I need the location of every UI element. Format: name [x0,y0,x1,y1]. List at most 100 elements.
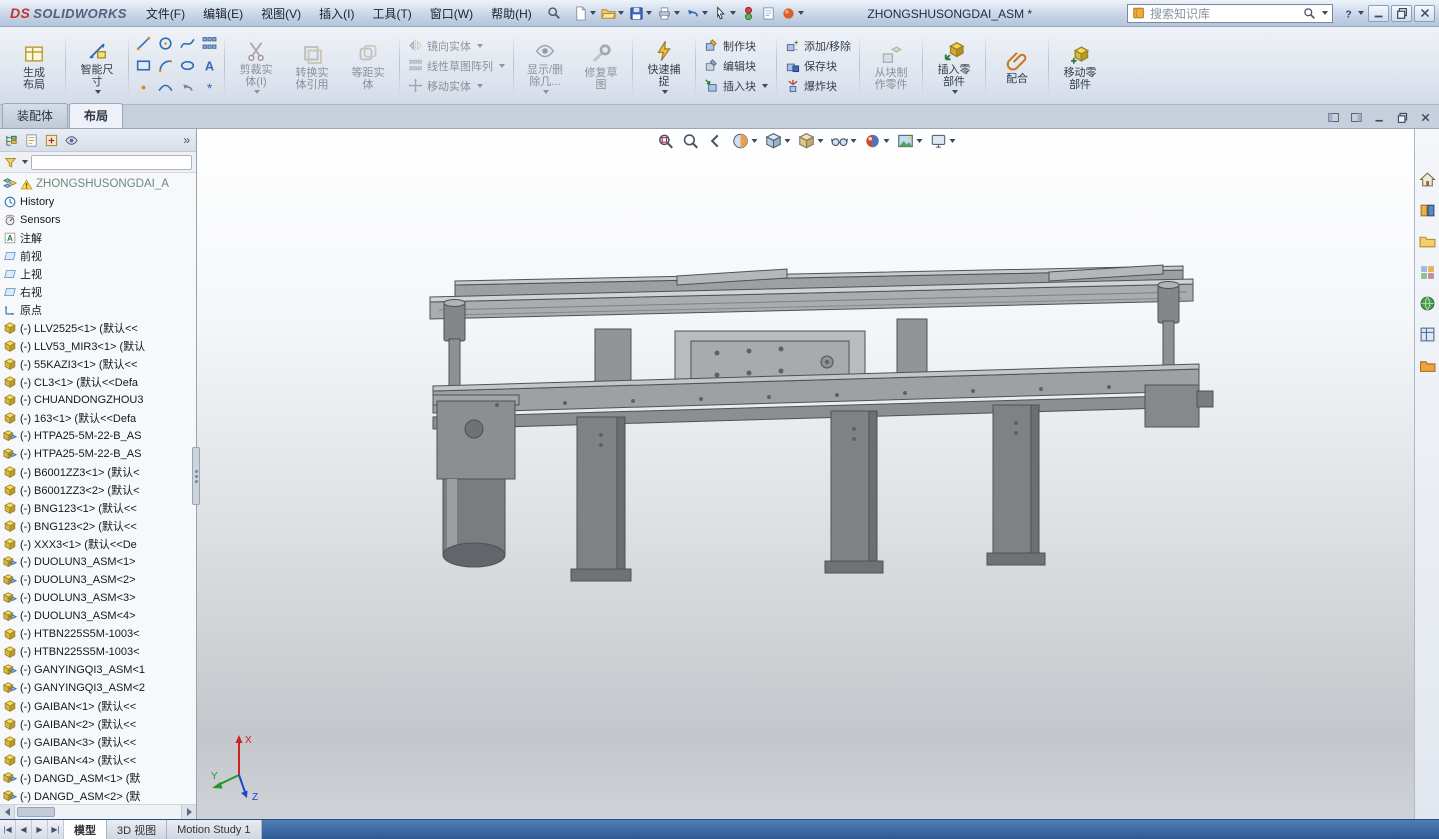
make-part-from-block-button[interactable]: 从块制 作零件 [864,40,918,92]
sketch-pattern-tool-button[interactable] [199,33,220,54]
section-view-button[interactable] [729,131,759,151]
smart-dimension-button[interactable]: 智能尺 寸 [70,37,124,95]
custom-properties-button[interactable] [1417,324,1438,345]
sketch-spline-button[interactable] [177,33,198,54]
tab-model[interactable]: 模型 [64,820,107,839]
previous-view-button[interactable] [704,131,726,151]
tree-item-19[interactable]: (-) XXX3<1> (默认<<De [3,535,196,553]
tab-scroll-0[interactable]: |◀ [0,820,16,839]
tree-horizontal-scrollbar[interactable] [0,804,196,819]
sketch-point-button[interactable] [133,77,154,98]
tab-scroll-3[interactable]: ▶| [48,820,64,839]
menu-item-2[interactable]: 视图(V) [252,1,310,26]
file-properties-button[interactable] [759,4,778,23]
convert-entities-button[interactable]: 转换实 体引用 [285,40,339,92]
tree-item-18[interactable]: (-) BNG123<2> (默认<< [3,517,196,535]
sketch-rectangle-button[interactable] [133,55,154,76]
tree-item-30[interactable]: (-) GAIBAN<3> (默认<< [3,733,196,751]
sketch-line-button[interactable] [133,33,154,54]
appearances-scenes-button[interactable] [1417,293,1438,314]
tree-item-24[interactable]: (-) HTBN225S5M-1003< [3,625,196,643]
tree-item-7[interactable]: (-) LLV2525<1> (默认<< [3,319,196,337]
tree-item-1[interactable]: Sensors [3,211,196,229]
sketch-text-button[interactable]: A [199,55,220,76]
tree-item-3[interactable]: 前视 [3,247,196,265]
scroll-left-button[interactable] [0,805,15,819]
repair-sketch-button[interactable]: 修复草 图 [574,40,628,92]
dimxpertmanager-tab[interactable] [63,132,80,149]
document-recovery-button[interactable] [1417,355,1438,376]
tab-scroll-1[interactable]: ◀ [16,820,32,839]
hide-show-items-button[interactable] [828,131,858,151]
tree-item-32[interactable]: (-) DANGD_ASM<1> (默 [3,769,196,787]
mate-button[interactable]: 配合 [990,46,1044,86]
sketch-ellipse-button[interactable] [177,55,198,76]
apply-scene-button[interactable] [894,131,924,151]
tree-item-21[interactable]: (-) DUOLUN3_ASM<2> [3,571,196,589]
display-delete-relations-button[interactable]: 显示/删 除几... [518,37,572,95]
move-component-button[interactable]: 移动零 部件 [1053,40,1107,92]
make-block-button[interactable]: 制作块 [700,37,772,55]
tree-item-22[interactable]: (-) DUOLUN3_ASM<3> [3,589,196,607]
menu-item-1[interactable]: 编辑(E) [194,1,252,26]
filter-funnel-icon[interactable] [4,156,17,169]
move-entities-button[interactable]: 移动实体 [404,77,509,95]
file-explorer-button[interactable] [1417,231,1438,252]
panel-more-button[interactable]: » [180,133,193,147]
save-block-button[interactable]: 保存块 [781,57,855,75]
rebuild-button[interactable] [739,4,758,23]
restore-button[interactable] [1391,5,1412,22]
create-layout-button[interactable]: 生成 布局 [7,40,61,92]
select-button[interactable] [711,4,738,23]
restore-document-button[interactable] [1392,109,1412,125]
insert-block-button[interactable]: 插入块 [700,77,772,95]
search-caret-icon[interactable] [1322,11,1328,15]
edit-appearance-button[interactable] [861,131,891,151]
add-remove-entities-button[interactable]: +-添加/移除 [781,37,855,55]
minimize-document-button[interactable] [1369,109,1389,125]
tree-item-8[interactable]: (-) LLV53_MIR3<1> (默认 [3,337,196,355]
quick-snaps-button[interactable]: 快速捕 捉 [637,37,691,95]
tree-item-33[interactable]: (-) DANGD_ASM<2> (默 [3,787,196,804]
view-settings-button[interactable] [927,131,957,151]
tree-item-5[interactable]: 右视 [3,283,196,301]
viewport-next-button[interactable] [1346,109,1366,125]
menu-item-3[interactable]: 插入(I) [310,1,363,26]
close-document-button[interactable] [1415,109,1435,125]
tree-item-20[interactable]: (-) DUOLUN3_ASM<1> [3,553,196,571]
display-style-button[interactable] [795,131,825,151]
scrollbar-thumb[interactable] [17,807,55,817]
mirror-entities-button[interactable]: 镜向实体 [404,37,509,55]
print-document-button[interactable] [655,4,682,23]
tree-item-31[interactable]: (-) GAIBAN<4> (默认<< [3,751,196,769]
tab-scroll-2[interactable]: ▶ [32,820,48,839]
tree-item-0[interactable]: History [3,193,196,211]
zoom-to-area-button[interactable] [679,131,701,151]
tree-item-17[interactable]: (-) BNG123<1> (默认<< [3,499,196,517]
tree-item-28[interactable]: (-) GAIBAN<1> (默认<< [3,697,196,715]
sketch-arc-3pt-button[interactable] [155,77,176,98]
new-document-button[interactable] [571,4,598,23]
tree-item-4[interactable]: 上视 [3,265,196,283]
tree-item-29[interactable]: (-) GAIBAN<2> (默认<< [3,715,196,733]
help-button[interactable]: ? [1339,6,1366,21]
minimize-button[interactable] [1368,5,1389,22]
design-library-button[interactable] [1417,200,1438,221]
insert-components-button[interactable]: 插入零 部件 [927,37,981,95]
tree-item-10[interactable]: (-) CL3<1> (默认<<Defa [3,373,196,391]
menu-item-6[interactable]: 帮助(H) [482,1,541,26]
tree-item-15[interactable]: (-) B6001ZZ3<1> (默认< [3,463,196,481]
filter-input[interactable] [31,155,192,170]
view-orientation-button[interactable] [762,131,792,151]
tab-3d-views[interactable]: 3D 视图 [107,820,167,839]
tab-motion-study-1[interactable]: Motion Study 1 [167,820,261,839]
tree-item-27[interactable]: (-) GANYINGQI3_ASM<2 [3,679,196,697]
tree-item-26[interactable]: (-) GANYINGQI3_ASM<1 [3,661,196,679]
trim-entities-button[interactable]: 剪裁实 体(I) [229,37,283,95]
propertymanager-tab[interactable] [23,132,40,149]
save-document-button[interactable] [627,4,654,23]
configurationmanager-tab[interactable] [43,132,60,149]
tree-item-11[interactable]: (-) CHUANDONGZHOU3 [3,391,196,409]
open-document-button[interactable] [599,4,626,23]
sketch-construction-button[interactable]: * [199,77,220,98]
